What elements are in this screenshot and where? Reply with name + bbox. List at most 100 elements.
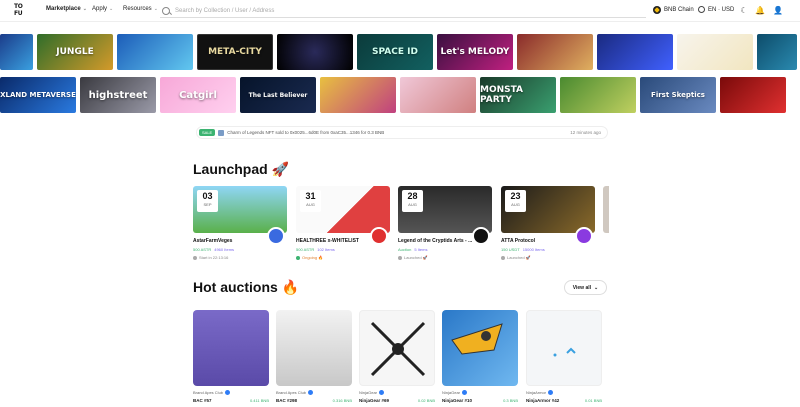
banner[interactable] (720, 77, 786, 113)
avatar (575, 227, 593, 245)
date-box: 28 AUG (402, 190, 423, 212)
date-day: 23 (510, 191, 521, 201)
view-all-label: View all (572, 284, 592, 291)
chain-selector[interactable]: BNB Chain (653, 6, 694, 14)
auction-price: 0.411 BNB (249, 398, 269, 403)
user-icon[interactable]: 👤 (773, 5, 783, 15)
banner[interactable]: META-CITY (197, 34, 273, 70)
search-icon (162, 6, 170, 15)
banner[interactable]: Let's MELODY (437, 34, 513, 70)
date-box: 23 AUG (505, 190, 526, 212)
launchpad-status: Ongoing 🔥 (296, 255, 390, 260)
nav-marketplace[interactable]: Marketplace ⌄ (46, 6, 87, 12)
launchpad-card-partial[interactable] (603, 186, 609, 264)
auction-card[interactable]: Brand Apes Club BAC #298 0.316 BNB (276, 310, 352, 407)
search-input[interactable]: Search by Collection / User / Address (175, 8, 274, 14)
auction-price: 0.3 BNB (503, 398, 518, 403)
auction-price: 0.02 BNB (417, 398, 435, 403)
auction-card[interactable]: NinjaGear NinjaGear #10 0.3 BNB (442, 310, 518, 407)
bell-icon[interactable]: 🔔 (755, 5, 765, 15)
verified-icon (548, 390, 554, 395)
auction-card[interactable]: NinjaArmor NinjaArmor #42 0.01 BNB (526, 310, 602, 407)
nav-apply[interactable]: Apply ⌄ (92, 6, 113, 12)
verified-icon (225, 390, 231, 395)
banner[interactable]: The Last Believer (240, 77, 316, 113)
launchpad-price: 500 ASTR (193, 247, 212, 252)
banner-row-2: XLAND METAVERSE highstreet Catgirl The L… (0, 77, 786, 113)
auction-name: BAC #298 (276, 398, 298, 403)
ticker-time: 12 minutes ago (570, 130, 601, 135)
nav-resources[interactable]: Resources ⌄ (123, 6, 158, 12)
launchpad-status-text: Start in 22:13:16 (199, 255, 229, 260)
launchpad-card[interactable]: 23 AUG ATTA Protocol 150 USDT 15000 Items … (501, 186, 595, 264)
search-bar[interactable]: Search by Collection / User / Address (160, 4, 646, 18)
banner[interactable] (517, 34, 593, 70)
launchpad-meta: 500 ASTR 102 Items (296, 247, 390, 252)
banner[interactable] (677, 34, 753, 70)
banner[interactable]: JUNGLE (37, 34, 113, 70)
banner[interactable]: XLAND METAVERSE (0, 77, 76, 113)
globe-icon (698, 6, 705, 13)
banner[interactable]: First Skeptics (640, 77, 716, 113)
verified-icon (462, 390, 468, 395)
auction-card[interactable]: Brand Apes Club BAC #57 0.411 BNB (193, 310, 269, 407)
collection-name: NinjaGear (442, 390, 461, 395)
auction-card[interactable]: NinjaGear NinjaGear #69 0.02 BNB (359, 310, 435, 407)
banner[interactable] (597, 34, 673, 70)
date-month: SEP (203, 202, 212, 207)
ninja-armor-icon (553, 347, 576, 357)
banner[interactable]: highstreet (80, 77, 156, 113)
status-dot (398, 255, 402, 260)
launchpad-image: 31 AUG (296, 186, 390, 233)
banner[interactable]: MONSTA PARTY (480, 77, 556, 113)
auction-price: 0.316 BNB (332, 398, 352, 403)
banner[interactable] (277, 34, 353, 70)
launchpad-status: Launched 🚀 (398, 255, 492, 260)
banner-row-1: JUNGLE META-CITY SPACE ID Let's MELODY (0, 34, 797, 70)
launchpad-status-text: Ongoing 🔥 (302, 255, 324, 260)
chevron-down-icon: ⌄ (109, 6, 114, 12)
banner[interactable] (560, 77, 636, 113)
auction-row: NinjaGear #69 0.02 BNB (359, 398, 435, 403)
banner[interactable]: SPACE ID (357, 34, 433, 70)
status-dot (501, 255, 505, 260)
view-all-button[interactable]: View all ⌄ (564, 280, 607, 295)
auction-row: BAC #298 0.316 BNB (276, 398, 352, 403)
banner[interactable] (320, 77, 396, 113)
chevron-down-icon: ⌄ (153, 6, 158, 12)
auction-row: NinjaArmor #42 0.01 BNB (526, 398, 602, 403)
auction-image (193, 310, 269, 386)
nav-apply-label: Apply (92, 6, 108, 12)
hot-auctions-title: Hot auctions 🔥 (193, 279, 300, 295)
banner[interactable] (0, 34, 33, 70)
launchpad-price: 500 ASTR (296, 247, 315, 252)
launchpad-card[interactable]: 31 AUG HEALTHREE x-WHITELIST 500 ASTR 102 … (296, 186, 390, 264)
nav-resources-label: Resources (123, 6, 152, 12)
verified-icon (308, 390, 314, 395)
launchpad-card[interactable]: 28 AUG Legend of the Cryptids Arts - ... … (398, 186, 492, 264)
language-selector[interactable]: EN · USD (698, 6, 734, 13)
launchpad-card[interactable]: 03 SEP AstarFarmVeges 500 ASTR 4960 Items … (193, 186, 287, 264)
crossed-swords-icon (370, 321, 426, 377)
launchpad-items: 4960 Items (214, 247, 235, 252)
sale-badge: SALE (199, 129, 216, 136)
chain-label: BNB Chain (664, 7, 694, 13)
auction-image (276, 310, 352, 386)
date-box: 31 AUG (300, 190, 321, 212)
sales-ticker[interactable]: SALE Charm of Legends NFT sold to 0x0025… (196, 126, 608, 139)
auction-image (359, 310, 435, 386)
banner[interactable]: Catgirl (160, 77, 236, 113)
banner[interactable] (757, 34, 797, 70)
launchpad-meta: 150 USDT 15000 Items (501, 247, 595, 252)
auction-name: BAC #57 (193, 398, 212, 403)
logo[interactable]: TO FU (14, 3, 32, 19)
launchpad-items: 5 Items (414, 247, 428, 252)
launchpad-meta: Auction 5 Items (398, 247, 492, 252)
auction-name: NinjaGear #10 (442, 398, 473, 403)
banner[interactable] (117, 34, 193, 70)
nft-thumb-icon (218, 129, 225, 136)
collection-name: Brand Apes Club (276, 390, 307, 395)
banner[interactable] (400, 77, 476, 113)
date-month: AUG (306, 202, 315, 207)
dark-mode-icon[interactable]: ☾ (739, 5, 749, 15)
